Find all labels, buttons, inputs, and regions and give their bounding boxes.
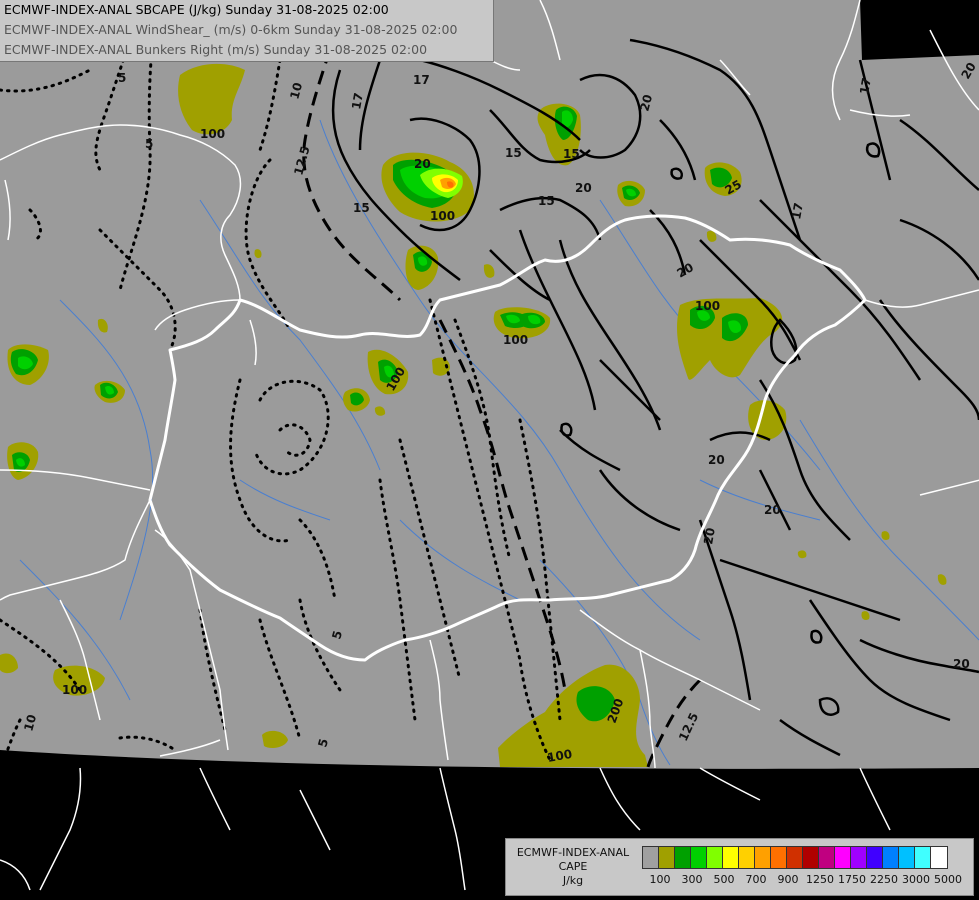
legend-tick-label: 100 <box>649 873 671 886</box>
legend-swatch <box>659 847 675 868</box>
solid-label: 15 <box>505 146 522 160</box>
solid-label: 17 <box>857 77 874 96</box>
solid-label: 15 <box>538 194 555 208</box>
legend-tick-label: 2250 <box>870 873 898 886</box>
map-canvas: 5 5 10 12.5 5 10 5 12.5 17 17 17 20 15 1… <box>0 0 979 891</box>
dotted-label: 5 <box>118 71 126 85</box>
legend-swatch <box>899 847 915 868</box>
legend-variable-name: CAPE <box>558 860 588 873</box>
solid-label: 20 <box>764 503 781 517</box>
legend-tick-label: 1750 <box>838 873 866 886</box>
color-legend: ECMWF-INDEX-ANAL CAPE J/kg 100 300 500 700 9… <box>505 838 974 896</box>
legend-swatch <box>883 847 899 868</box>
legend-unit: J/kg <box>562 874 584 887</box>
legend-swatch <box>835 847 851 868</box>
dotted-label: 5 <box>145 137 153 151</box>
title-line-bunkers: ECMWF-INDEX-ANAL Bunkers Right (m/s) Sun… <box>4 42 428 57</box>
legend-swatch <box>819 847 835 868</box>
map-data-area <box>0 0 979 769</box>
weather-map: 5 5 10 12.5 5 10 5 12.5 17 17 17 20 15 1… <box>0 0 979 900</box>
legend-swatch <box>739 847 755 868</box>
solid-label: 20 <box>953 657 970 671</box>
cape-label: 100 <box>430 209 455 223</box>
legend-swatch <box>675 847 691 868</box>
title-line-windshear: ECMWF-INDEX-ANAL WindShear_ (m/s) 0-6km … <box>4 22 458 37</box>
legend-swatch <box>931 847 947 868</box>
legend-swatch <box>915 847 931 868</box>
legend-swatches <box>642 846 948 869</box>
legend-swatch <box>755 847 771 868</box>
legend-tick-label: 900 <box>777 873 799 886</box>
solid-label: 15 <box>353 201 370 215</box>
legend-model-name: ECMWF-INDEX-ANAL <box>516 846 630 859</box>
title-line-cape: ECMWF-INDEX-ANAL SBCAPE (J/kg) Sunday 31… <box>4 2 389 17</box>
legend-swatch <box>851 847 867 868</box>
legend-swatch <box>643 847 659 868</box>
solid-label: 15 <box>563 147 580 161</box>
legend-swatch <box>867 847 883 868</box>
legend-label: ECMWF-INDEX-ANAL CAPE J/kg <box>510 846 636 888</box>
cape-label: 100 <box>200 127 225 141</box>
cape-label: 100 <box>503 333 528 347</box>
legend-swatch <box>803 847 819 868</box>
legend-swatch <box>691 847 707 868</box>
solid-label: 20 <box>708 453 725 467</box>
legend-tick-label: 1250 <box>806 873 834 886</box>
legend-tick-label: 500 <box>713 873 735 886</box>
legend-swatch <box>707 847 723 868</box>
legend-tick-label: 700 <box>745 873 767 886</box>
solid-label: 20 <box>575 181 592 195</box>
solid-label: 17 <box>413 73 430 87</box>
cape-label: 100 <box>62 683 87 697</box>
solid-label: 20 <box>701 527 718 546</box>
cape-label: 100 <box>695 299 720 313</box>
legend-tick-label: 3000 <box>902 873 930 886</box>
title-box: ECMWF-INDEX-ANAL SBCAPE (J/kg) Sunday 31… <box>0 0 494 62</box>
legend-swatch <box>787 847 803 868</box>
legend-ticks: 100 300 500 700 900 1250 1750 2250 3000 5000 <box>636 873 972 889</box>
legend-tick-label: 5000 <box>934 873 962 886</box>
solid-label: 17 <box>349 92 366 111</box>
legend-tick-label: 300 <box>681 873 703 886</box>
legend-swatch <box>771 847 787 868</box>
solid-label: 17 <box>789 202 806 221</box>
solid-label: 20 <box>414 157 431 171</box>
legend-swatch <box>723 847 739 868</box>
